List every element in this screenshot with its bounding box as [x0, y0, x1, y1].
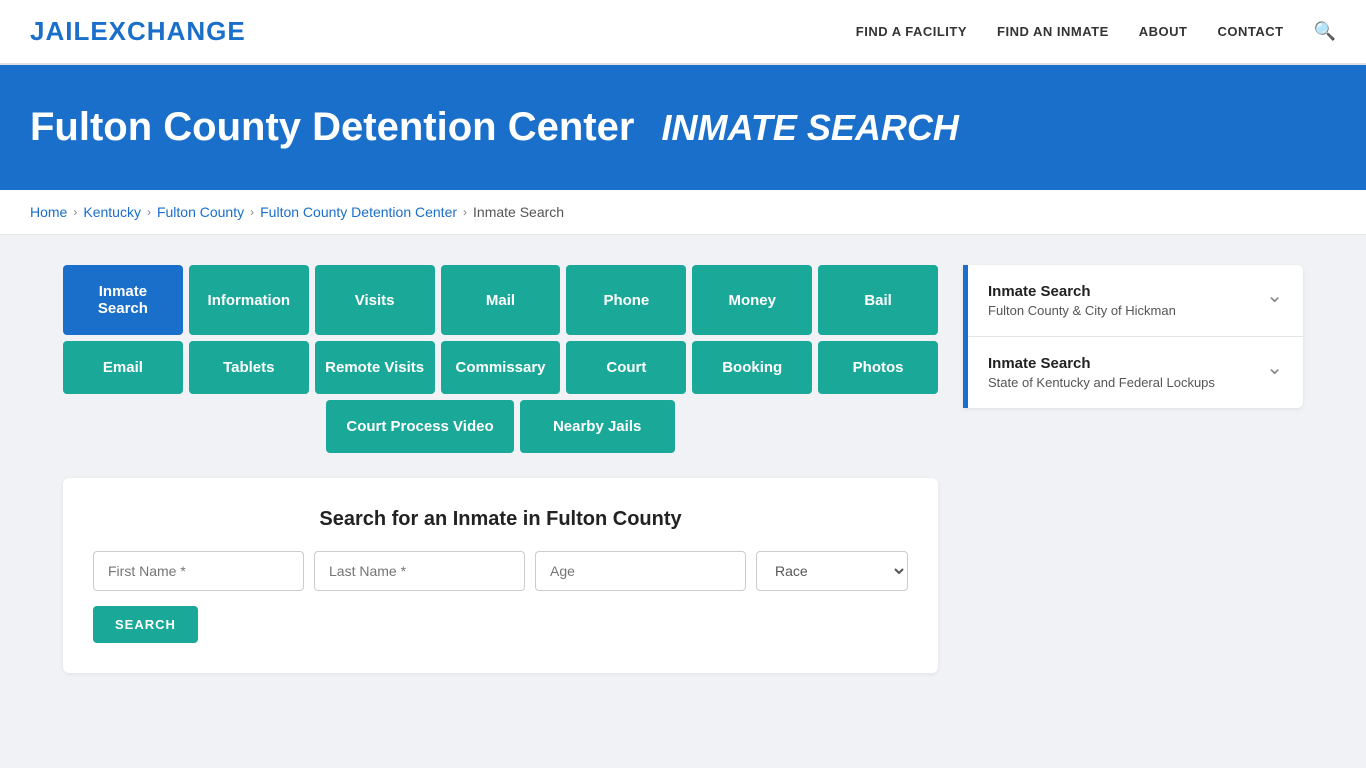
search-button[interactable]: SEARCH: [93, 606, 198, 643]
page-title: Fulton County Detention Center INMATE SE…: [30, 105, 1336, 150]
search-card: Search for an Inmate in Fulton County Ra…: [63, 478, 938, 673]
nav-buttons: Inmate Search Information Visits Mail Ph…: [63, 265, 938, 453]
btn-phone[interactable]: Phone: [566, 265, 686, 335]
breadcrumb-kentucky[interactable]: Kentucky: [83, 204, 141, 220]
btn-tablets[interactable]: Tablets: [189, 341, 309, 394]
btn-mail[interactable]: Mail: [441, 265, 561, 335]
logo-jail: JAIL: [30, 16, 90, 46]
logo[interactable]: JAILEXCHANGE: [30, 16, 246, 47]
nav-btn-row-2: Email Tablets Remote Visits Commissary C…: [63, 341, 938, 394]
btn-bail[interactable]: Bail: [818, 265, 938, 335]
last-name-input[interactable]: [314, 551, 525, 591]
btn-court-process-video[interactable]: Court Process Video: [326, 400, 513, 453]
first-name-input[interactable]: [93, 551, 304, 591]
right-column: Inmate Search Fulton County & City of Hi…: [963, 265, 1303, 408]
age-input[interactable]: [535, 551, 746, 591]
btn-court[interactable]: Court: [566, 341, 686, 394]
nav-contact[interactable]: CONTACT: [1217, 24, 1283, 39]
left-column: Inmate Search Information Visits Mail Ph…: [63, 265, 938, 673]
breadcrumb-fulton-county[interactable]: Fulton County: [157, 204, 244, 220]
sidebar-item-1[interactable]: Inmate Search Fulton County & City of Hi…: [968, 265, 1303, 337]
breadcrumb-detention-center[interactable]: Fulton County Detention Center: [260, 204, 457, 220]
hero-banner: Fulton County Detention Center INMATE SE…: [0, 65, 1366, 190]
nav-btn-row-1: Inmate Search Information Visits Mail Ph…: [63, 265, 938, 335]
btn-money[interactable]: Money: [692, 265, 812, 335]
logo-exchange: EXCHANGE: [90, 16, 245, 46]
search-fields: Race White Black Hispanic Asian Other: [93, 551, 908, 591]
nav-find-inmate[interactable]: FIND AN INMATE: [997, 24, 1109, 39]
content-layout: Inmate Search Information Visits Mail Ph…: [63, 265, 1303, 673]
search-icon[interactable]: 🔍: [1314, 21, 1336, 42]
breadcrumb-current: Inmate Search: [473, 204, 564, 220]
btn-booking[interactable]: Booking: [692, 341, 812, 394]
btn-commissary[interactable]: Commissary: [441, 341, 561, 394]
nav-btn-row-3: Court Process Video Nearby Jails: [63, 400, 938, 453]
breadcrumb-home[interactable]: Home: [30, 204, 67, 220]
chevron-down-icon-2: ⌄: [1266, 355, 1283, 380]
sidebar-item-2-title: Inmate Search: [988, 355, 1215, 372]
btn-photos[interactable]: Photos: [818, 341, 938, 394]
breadcrumb: Home › Kentucky › Fulton County › Fulton…: [0, 190, 1366, 235]
btn-inmate-search[interactable]: Inmate Search: [63, 265, 183, 335]
btn-information[interactable]: Information: [189, 265, 309, 335]
nav-find-facility[interactable]: FIND A FACILITY: [856, 24, 967, 39]
breadcrumb-sep-1: ›: [73, 205, 77, 219]
main-nav: FIND A FACILITY FIND AN INMATE ABOUT CON…: [856, 21, 1336, 42]
header: JAILEXCHANGE FIND A FACILITY FIND AN INM…: [0, 0, 1366, 65]
sidebar-item-2-text: Inmate Search State of Kentucky and Fede…: [988, 355, 1215, 390]
hero-subtitle-text: INMATE SEARCH: [662, 107, 959, 148]
chevron-down-icon-1: ⌄: [1266, 283, 1283, 308]
race-select[interactable]: Race White Black Hispanic Asian Other: [756, 551, 908, 591]
sidebar-card: Inmate Search Fulton County & City of Hi…: [963, 265, 1303, 408]
breadcrumb-sep-3: ›: [250, 205, 254, 219]
btn-nearby-jails[interactable]: Nearby Jails: [520, 400, 675, 453]
btn-visits[interactable]: Visits: [315, 265, 435, 335]
sidebar-item-1-text: Inmate Search Fulton County & City of Hi…: [988, 283, 1176, 318]
main-content: Inmate Search Information Visits Mail Ph…: [33, 235, 1333, 703]
btn-email[interactable]: Email: [63, 341, 183, 394]
sidebar-item-2-subtitle: State of Kentucky and Federal Lockups: [988, 375, 1215, 390]
hero-title-text: Fulton County Detention Center: [30, 105, 634, 149]
btn-remote-visits[interactable]: Remote Visits: [315, 341, 435, 394]
sidebar-item-1-subtitle: Fulton County & City of Hickman: [988, 303, 1176, 318]
search-title: Search for an Inmate in Fulton County: [93, 508, 908, 531]
sidebar-item-1-title: Inmate Search: [988, 283, 1176, 300]
nav-about[interactable]: ABOUT: [1139, 24, 1188, 39]
breadcrumb-sep-2: ›: [147, 205, 151, 219]
sidebar-item-2[interactable]: Inmate Search State of Kentucky and Fede…: [968, 337, 1303, 408]
breadcrumb-sep-4: ›: [463, 205, 467, 219]
